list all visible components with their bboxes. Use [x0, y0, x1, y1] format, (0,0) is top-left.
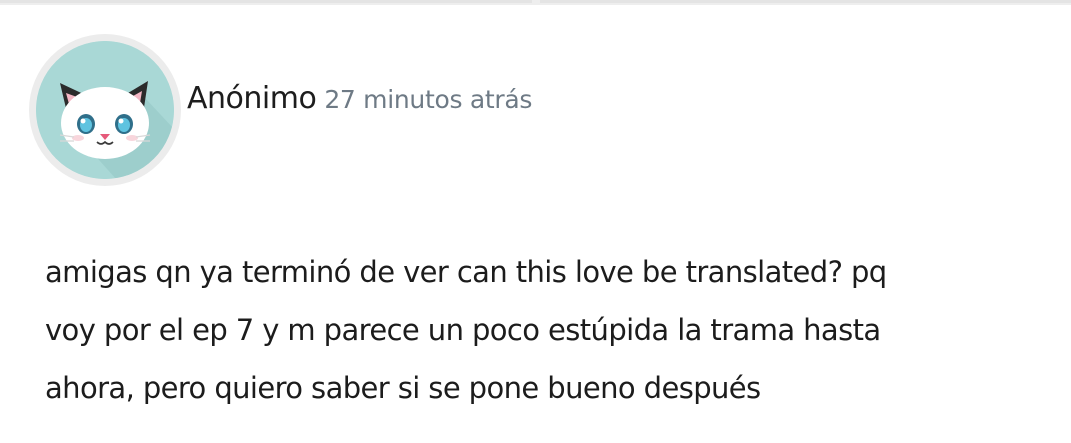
author-name[interactable]: Anónimo — [187, 81, 317, 116]
comment-line: amigas qn ya terminó de ver can this lov… — [45, 255, 887, 289]
comment-card: Anónimo 27 minutos atrás amigas qn ya ter… — [0, 0, 1071, 443]
comment-body: amigas qn ya terminó de ver can this lov… — [45, 243, 1045, 417]
comment-timestamp: 27 minutos atrás — [324, 85, 533, 114]
comment-header: Anónimo 27 minutos atrás — [187, 84, 532, 114]
white-cat-icon — [36, 41, 174, 179]
comment-line: ahora, pero quiero saber si se pone buen… — [45, 371, 761, 405]
avatar[interactable] — [36, 41, 174, 179]
avatar-ring[interactable] — [29, 34, 181, 186]
comment-line: voy por el ep 7 y m parece un poco estúp… — [45, 313, 881, 347]
